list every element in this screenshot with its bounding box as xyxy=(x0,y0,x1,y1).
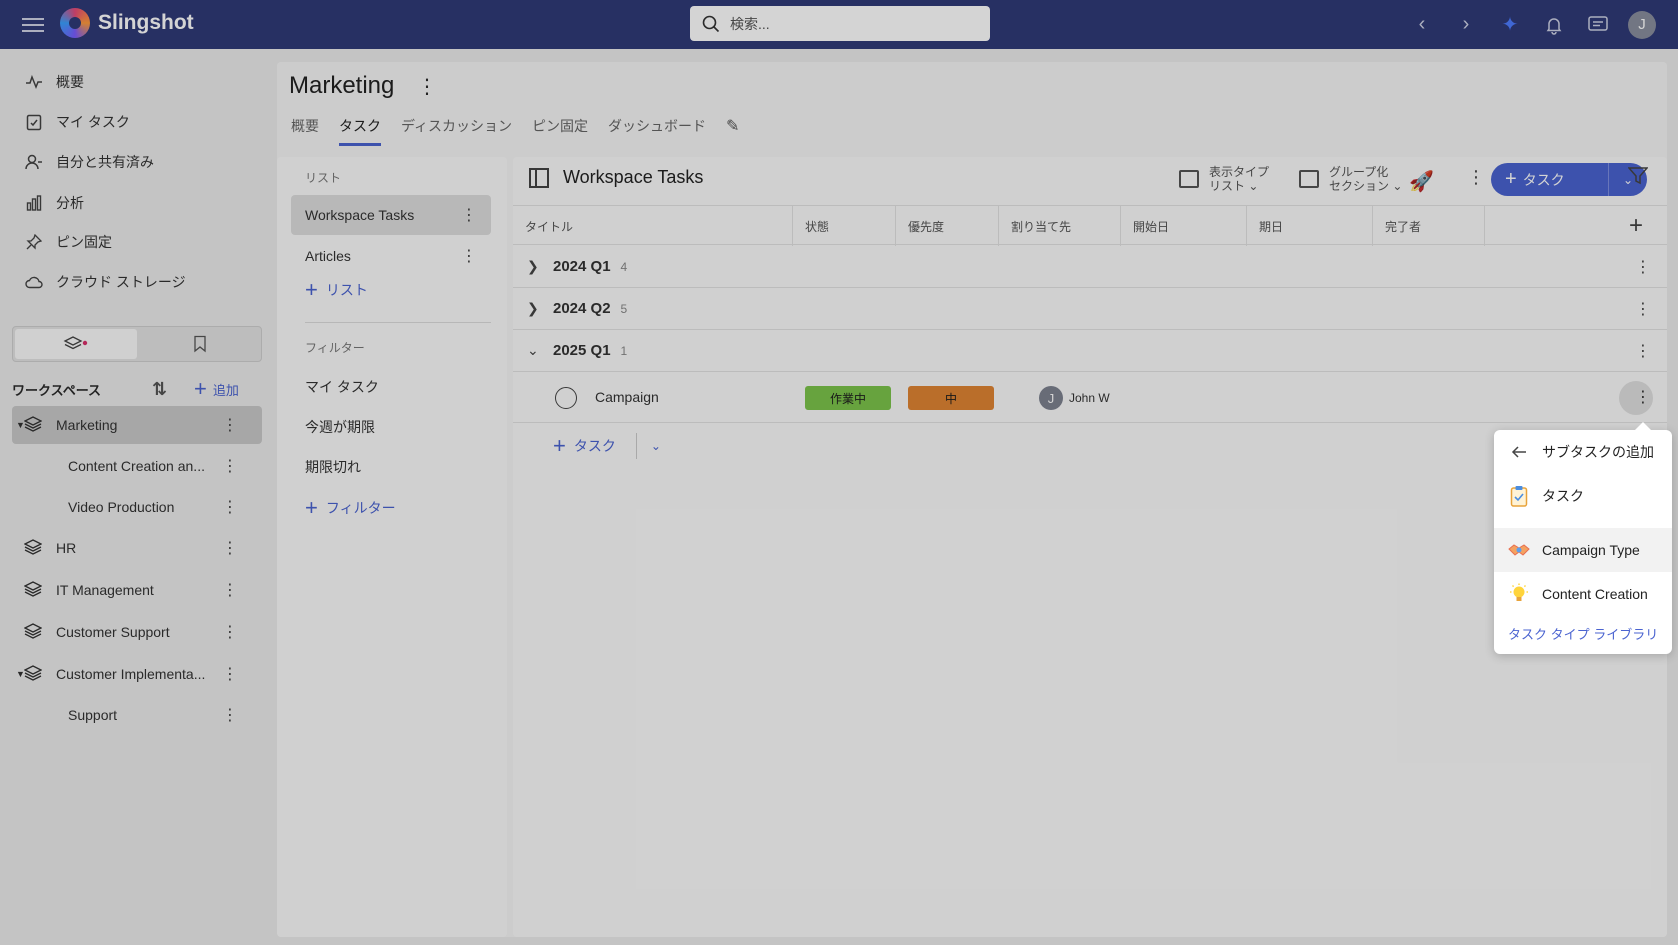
handshake-icon xyxy=(1508,542,1530,558)
menu-item-label: Campaign Type xyxy=(1542,542,1640,558)
modal-overlay[interactable] xyxy=(0,0,1678,945)
menu-item-label: Content Creation xyxy=(1542,586,1648,602)
menu-item-label: タスク xyxy=(1542,488,1584,504)
back-to-subtask-menu-item[interactable]: サブタスクの追加 xyxy=(1494,430,1672,474)
back-label: サブタスクの追加 xyxy=(1542,444,1654,460)
clipboard-task-icon xyxy=(1508,485,1530,507)
menu-item-task[interactable]: タスク xyxy=(1494,474,1672,518)
lightbulb-icon xyxy=(1508,583,1530,605)
add-subtask-menu: サブタスクの追加 タスク Campaign Type Content Creat… xyxy=(1494,422,1672,654)
back-arrow-icon xyxy=(1508,445,1530,459)
menu-item-campaign-type[interactable]: Campaign Type xyxy=(1494,528,1672,572)
menu-item-content-creation[interactable]: Content Creation xyxy=(1494,572,1672,616)
task-type-library-link[interactable]: タスク タイプ ライブラリ xyxy=(1508,624,1658,643)
